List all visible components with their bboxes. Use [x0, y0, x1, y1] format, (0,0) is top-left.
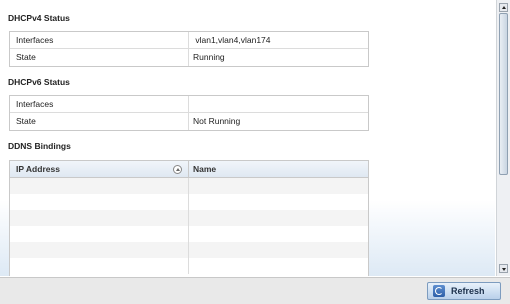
- dhcpv6-row-state: State Not Running: [10, 113, 368, 130]
- ddns-title-text: DDNS Bindings: [8, 141, 71, 151]
- dhcpv4-table: Interfaces vlan1,vlan4,vlan174 State Run…: [9, 31, 369, 67]
- dhcpv6-state-value: Not Running: [193, 116, 241, 126]
- vertical-scrollbar[interactable]: [496, 0, 510, 276]
- sort-ascending-icon[interactable]: [173, 165, 182, 174]
- footer-bar: Refresh: [0, 277, 510, 304]
- scroll-up-arrow-icon[interactable]: [499, 3, 508, 12]
- dhcpv6-interfaces-label: Interfaces: [10, 96, 189, 112]
- ddns-grid-body: [10, 178, 368, 274]
- dhcpv4-interfaces-label: Interfaces: [10, 32, 189, 48]
- dhcpv4-title-text: DHCPv4 Status: [8, 13, 70, 23]
- table-row: [10, 178, 368, 194]
- ddns-grid-header: IP Address Name: [10, 161, 368, 178]
- name-header-label: Name: [193, 164, 217, 174]
- dhcpv6-title-text: DHCPv6 Status: [8, 77, 70, 87]
- dhcpv4-interfaces-value: vlan1,vlan4,vlan174: [193, 35, 271, 45]
- status-panel: DHCPv4 Status Interfaces vlan1,vlan4,vla…: [0, 0, 495, 276]
- dhcpv4-row-state: State Running: [10, 49, 368, 66]
- table-row: [10, 194, 368, 210]
- dhcpv4-state-label: State: [10, 49, 189, 66]
- ddns-section-title: DDNS Bindings: [8, 141, 71, 151]
- table-row: [10, 210, 368, 226]
- column-header-ip-address[interactable]: IP Address: [10, 161, 189, 177]
- dhcpv6-row-interfaces: Interfaces: [10, 96, 368, 113]
- table-row: [10, 258, 368, 274]
- table-row: [10, 242, 368, 258]
- dhcpv6-state-label: State: [10, 113, 189, 130]
- column-header-name[interactable]: Name: [189, 161, 368, 177]
- dhcpv6-section-title: DHCPv6 Status: [8, 77, 70, 87]
- refresh-button-label: Refresh: [451, 286, 485, 296]
- dhcpv4-state-value: Running: [193, 52, 225, 62]
- refresh-button[interactable]: Refresh: [427, 282, 501, 300]
- dhcpv6-interfaces-value: [189, 96, 368, 112]
- ip-address-header-label: IP Address: [16, 164, 60, 174]
- dhcpv4-section-title: DHCPv4 Status: [8, 13, 70, 23]
- scrollbar-thumb[interactable]: [499, 13, 508, 175]
- scroll-down-arrow-icon[interactable]: [499, 264, 508, 273]
- ddns-bindings-grid: IP Address Name: [9, 160, 369, 276]
- table-row: [10, 226, 368, 242]
- dhcpv6-table: Interfaces State Not Running: [9, 95, 369, 131]
- dhcpv4-row-interfaces: Interfaces vlan1,vlan4,vlan174: [10, 32, 368, 49]
- refresh-icon: [433, 285, 445, 297]
